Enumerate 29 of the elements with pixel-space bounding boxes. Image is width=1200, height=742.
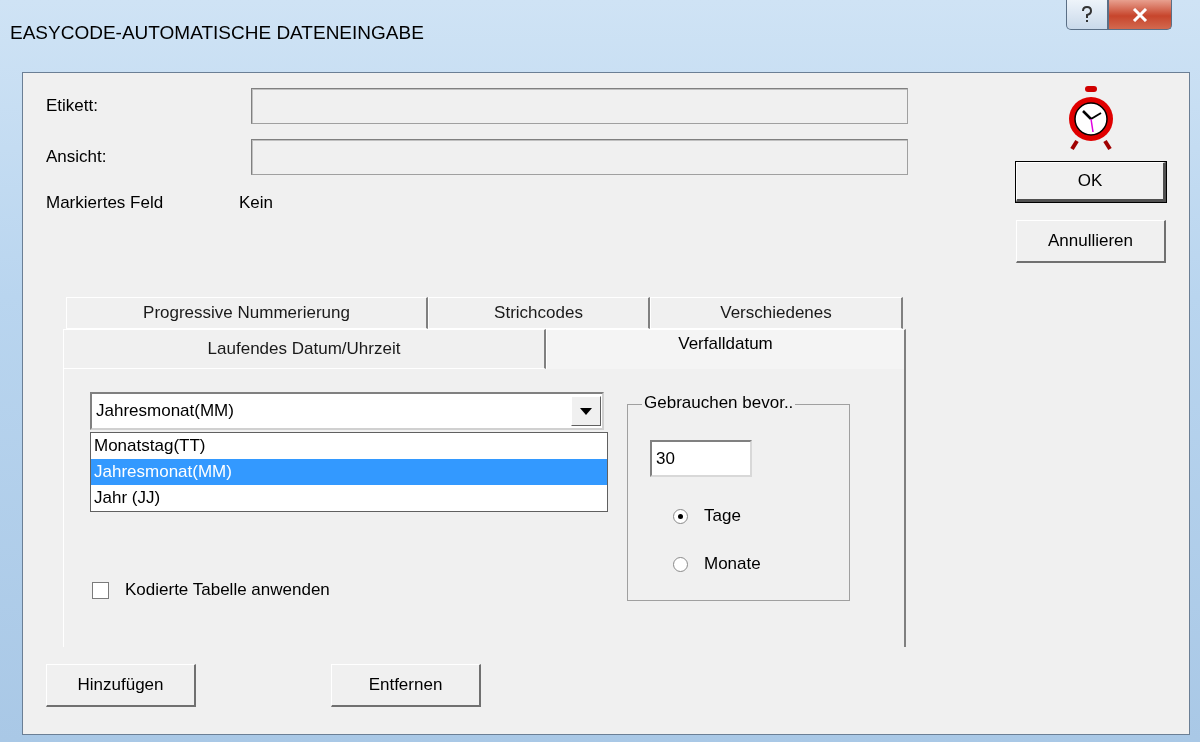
tab[interactable]: Laufendes Datum/Uhrzeit (63, 329, 546, 369)
tab[interactable]: Strichcodes (428, 297, 650, 329)
tab[interactable]: Verschiedenes (650, 297, 903, 329)
action-button[interactable]: Hinzufügen (46, 664, 196, 707)
checkbox[interactable] (92, 581, 109, 599)
dialog-button[interactable]: OK (1016, 162, 1166, 202)
field-label: Ansicht: (46, 147, 108, 167)
radio-button[interactable] (673, 556, 688, 572)
field-value: Kein (239, 193, 274, 213)
close-icon (1132, 7, 1148, 22)
window-title: EASYCODE-AUTOMATISCHE DATENEINGABE (10, 22, 424, 44)
checkbox-label: Kodierte Tabelle anwenden (125, 580, 330, 600)
number-field[interactable]: 30 (650, 440, 752, 477)
caret-icon (580, 407, 592, 415)
field-label: Markiertes Feld (46, 193, 165, 213)
close-button[interactable] (1108, 0, 1172, 30)
radio-button[interactable] (673, 508, 688, 524)
dialog-button[interactable]: Annullieren (1016, 220, 1166, 263)
radio-label: Monate (704, 554, 761, 574)
text-field[interactable] (251, 139, 908, 175)
field-label: Etikett: (46, 96, 99, 116)
radio-label: Tage (704, 506, 741, 526)
tab[interactable]: Progressive Nummerierung (66, 297, 428, 329)
help-button[interactable] (1066, 0, 1108, 30)
action-button[interactable]: Entfernen (331, 664, 481, 707)
alarm-clock-icon (1066, 85, 1116, 151)
text-field[interactable] (251, 88, 908, 124)
tab[interactable]: Verfalldatum (546, 329, 906, 369)
help-icon (1081, 6, 1093, 23)
